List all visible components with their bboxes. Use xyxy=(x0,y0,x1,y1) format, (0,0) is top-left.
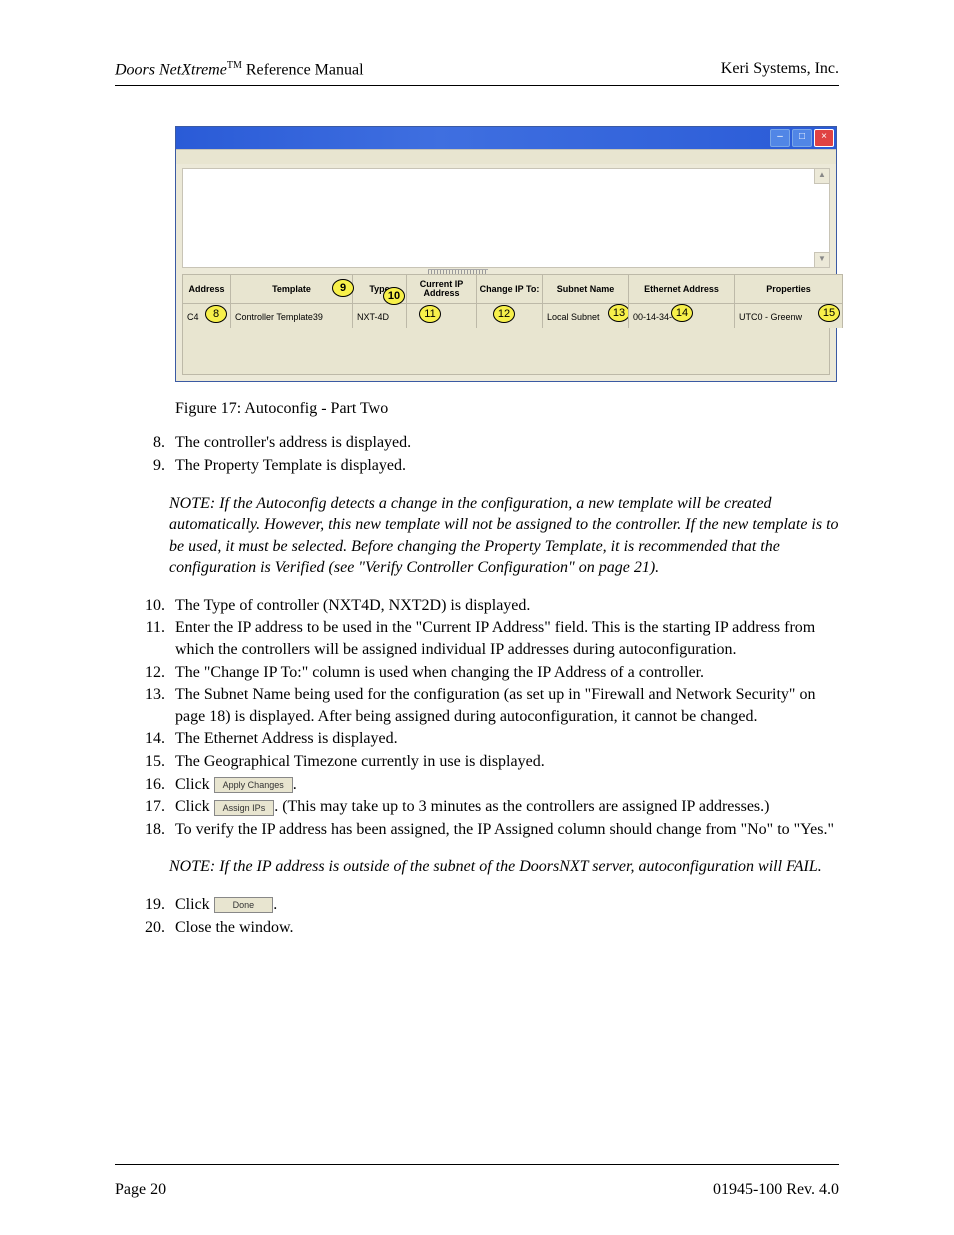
upper-pane: ▲ ▼ xyxy=(182,168,830,268)
assign-ips-button[interactable]: Assign IPs xyxy=(214,800,275,816)
product-name: Doors NetXtreme xyxy=(115,61,227,78)
scroll-up-icon[interactable]: ▲ xyxy=(814,169,829,184)
close-button[interactable]: × xyxy=(814,129,834,147)
doc-id: 01945-100 Rev. 4.0 xyxy=(713,1181,839,1199)
controller-grid: Address Template 9 Type 10 Current IP Ad… xyxy=(182,274,843,328)
col-template[interactable]: Template 9 xyxy=(231,275,353,304)
page-header: Doors NetXtremeTM Reference Manual Keri … xyxy=(115,60,839,79)
splitter[interactable] xyxy=(182,268,830,274)
step-14: The Ethernet Address is displayed. xyxy=(169,728,839,750)
step-18: To verify the IP address has been assign… xyxy=(169,819,839,841)
step-12: The "Change IP To:" column is used when … xyxy=(169,662,839,684)
titlebar: – □ × xyxy=(176,127,836,149)
callout-9: 9 xyxy=(332,279,354,297)
col-address[interactable]: Address xyxy=(183,275,231,304)
steps-list-a: The controller's address is displayed. T… xyxy=(169,432,839,476)
callout-15: 15 xyxy=(818,304,840,322)
autoconfig-window: – □ × ▲ ▼ Address Template xyxy=(175,126,837,382)
callout-8: 8 xyxy=(205,305,227,323)
step-20: Close the window. xyxy=(169,917,839,939)
grid-area: Address Template 9 Type 10 Current IP Ad… xyxy=(182,274,830,375)
cell-template: Controller Template39 xyxy=(231,304,353,329)
col-properties[interactable]: Properties xyxy=(735,275,843,304)
callout-11: 11 xyxy=(419,305,441,323)
cell-current-ip: 11 xyxy=(407,304,477,329)
col-current-ip[interactable]: Current IP Address xyxy=(407,275,477,304)
callout-10: 10 xyxy=(383,287,405,305)
step-19: Click Done. xyxy=(169,894,839,916)
step-17: Click Assign IPs. (This may take up to 3… xyxy=(169,796,839,818)
maximize-button[interactable]: □ xyxy=(792,129,812,147)
steps-list-c: Click Done. Close the window. xyxy=(169,894,839,938)
header-row: Address Template 9 Type 10 Current IP Ad… xyxy=(183,275,843,304)
splitter-grip-icon xyxy=(428,269,488,274)
col-type[interactable]: Type 10 xyxy=(353,275,407,304)
manual-page: Doors NetXtremeTM Reference Manual Keri … xyxy=(0,0,954,1235)
col-subnet[interactable]: Subnet Name xyxy=(543,275,629,304)
note-2: NOTE: If the IP address is outside of th… xyxy=(169,856,839,878)
step-8: The controller's address is displayed. xyxy=(169,432,839,454)
header-suffix: Reference Manual xyxy=(242,61,364,78)
cell-type: NXT-4D xyxy=(353,304,407,329)
cell-change-ip: 12 xyxy=(477,304,543,329)
col-change-ip[interactable]: Change IP To: xyxy=(477,275,543,304)
cell-subnet: Local Subnet 13 xyxy=(543,304,629,329)
step-13: The Subnet Name being used for the confi… xyxy=(169,684,839,727)
table-row[interactable]: C4 8 Controller Template39 NXT-4D 11 12 xyxy=(183,304,843,329)
company-name: Keri Systems, Inc. xyxy=(721,60,839,79)
step-10: The Type of controller (NXT4D, NXT2D) is… xyxy=(169,595,839,617)
callout-12: 12 xyxy=(493,305,515,323)
step-16: Click Apply Changes. xyxy=(169,774,839,796)
toolbar-strip xyxy=(176,149,836,164)
callout-14: 14 xyxy=(671,304,693,322)
cell-address: C4 8 xyxy=(183,304,231,329)
figure-caption: Figure 17: Autoconfig - Part Two xyxy=(175,400,839,418)
trademark: TM xyxy=(227,60,242,71)
minimize-button[interactable]: – xyxy=(770,129,790,147)
apply-changes-button[interactable]: Apply Changes xyxy=(214,777,293,793)
page-footer: Page 20 01945-100 Rev. 4.0 xyxy=(115,1181,839,1199)
header-left: Doors NetXtremeTM Reference Manual xyxy=(115,60,364,79)
page-number: Page 20 xyxy=(115,1181,166,1199)
note-1: NOTE: If the Autoconfig detects a change… xyxy=(169,493,839,579)
grid-footer xyxy=(182,328,830,375)
header-divider xyxy=(115,85,839,86)
step-9: The Property Template is displayed. xyxy=(169,455,839,477)
step-15: The Geographical Timezone currently in u… xyxy=(169,751,839,773)
cell-ethernet: 00-14-34- -0C 14 xyxy=(629,304,735,329)
col-ethernet[interactable]: Ethernet Address xyxy=(629,275,735,304)
scroll-down-icon[interactable]: ▼ xyxy=(814,252,829,267)
step-11: Enter the IP address to be used in the "… xyxy=(169,617,839,660)
cell-properties: UTC0 - Greenw 15 xyxy=(735,304,843,329)
callout-13: 13 xyxy=(608,304,629,322)
done-button[interactable]: Done xyxy=(214,897,274,913)
steps-list-b: The Type of controller (NXT4D, NXT2D) is… xyxy=(169,595,839,841)
footer-divider xyxy=(115,1164,839,1165)
